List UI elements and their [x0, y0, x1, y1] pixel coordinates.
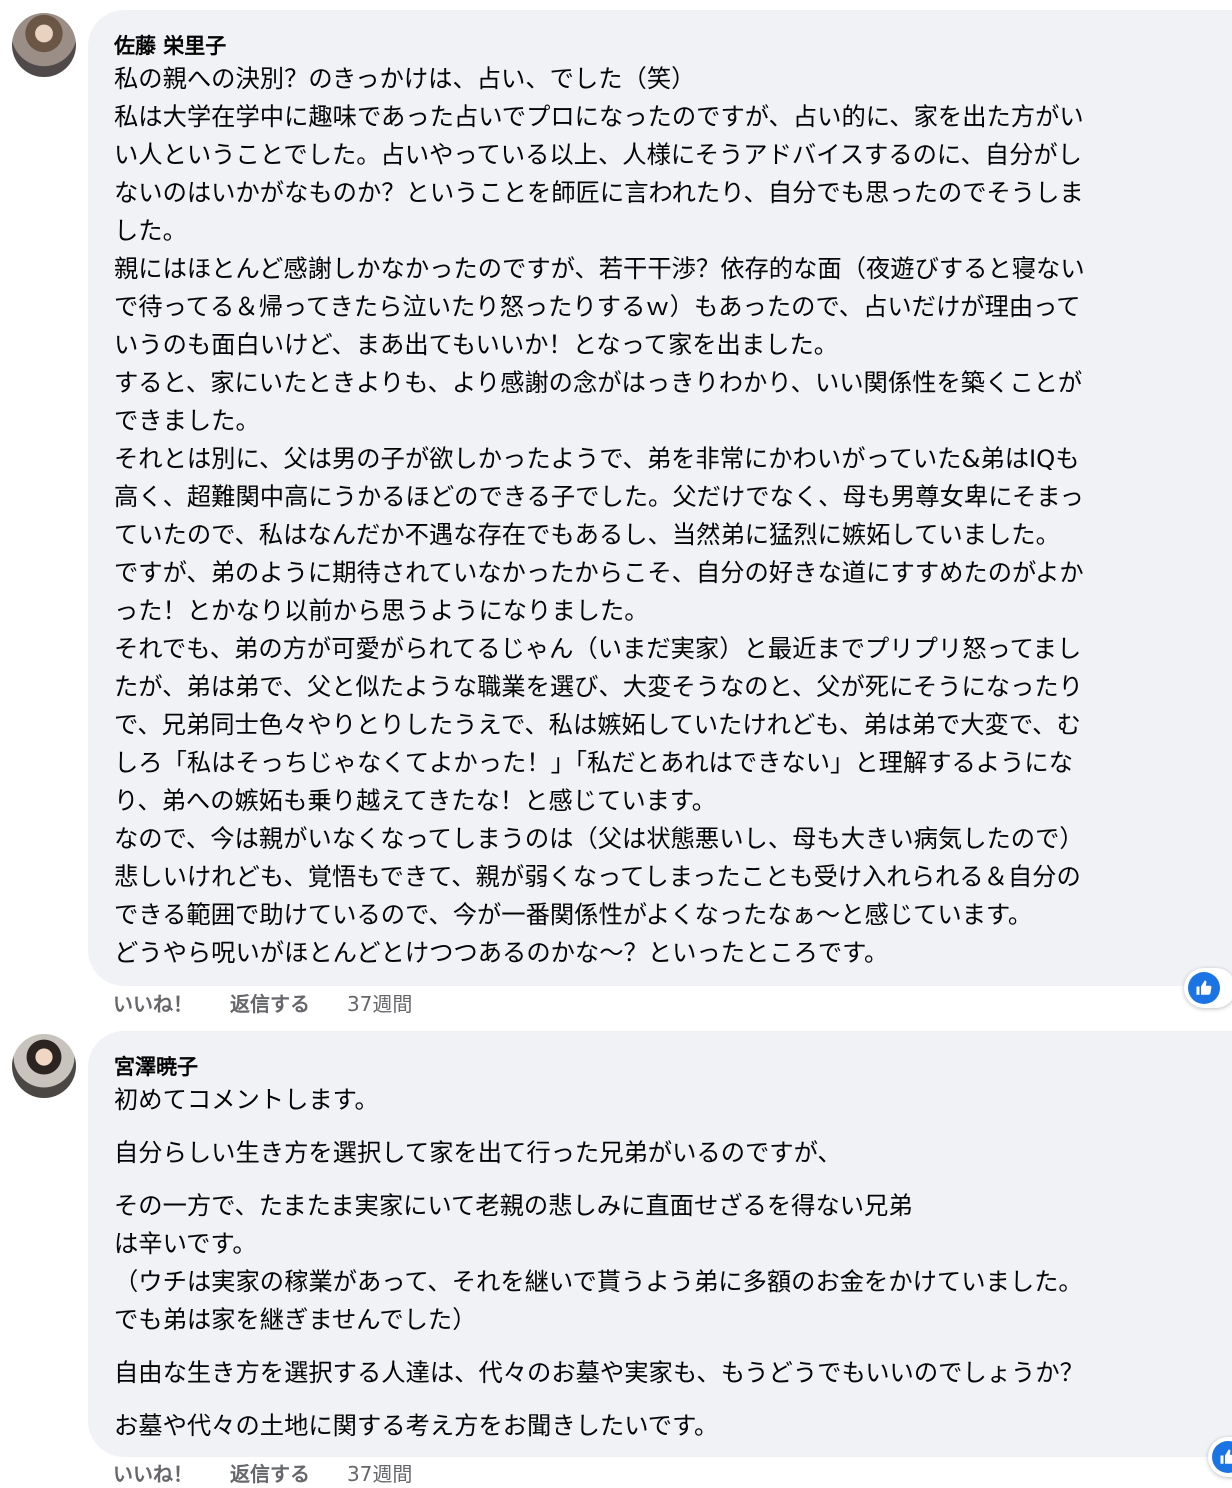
comment-line: でも弟は家を継ぎませんでした） — [114, 1305, 477, 1334]
comment-line: 自分らしい生き方を選択して家を出て行った兄弟がいるのですが、 — [114, 1138, 842, 1167]
comment-line: たが、弟は弟で、父と似たような職業を選び、大変そうなのと、父が死にそうになったり — [114, 672, 1083, 701]
avatar[interactable] — [12, 13, 76, 77]
comment-actions: いいね！ 返信する 37週間 — [113, 990, 412, 1018]
comment-line: 親にはほとんど感謝しかなかったのですが、若干干渉？依存的な面（夜遊びすると寝ない — [114, 254, 1085, 283]
comment-line: 悲しいけれども、覚悟もできて、親が弱くなってしまったことも受け入れられる＆自分の — [114, 862, 1081, 891]
comment-line: それでも、弟の方が可愛がられてるじゃん（いまだ実家）と最近までプリプリ怒ってまし — [114, 634, 1082, 663]
comment-line: った！とかなり以前から思うようになりました。 — [114, 596, 649, 625]
timestamp[interactable]: 37週間 — [347, 990, 412, 1018]
like-link[interactable]: いいね！ — [113, 1460, 193, 1488]
comment-line: すると、家にいたときよりも、より感謝の念がはっきりわかり、いい関係性を築くことが — [114, 368, 1083, 397]
comment-line: その一方で、たまたま実家にいて老親の悲しみに直面せざるを得ない兄弟 — [114, 1191, 913, 1220]
thumbs-up-icon — [1212, 1441, 1232, 1473]
comment-line: ないのはいかがなものか？ということを師匠に言われたり、自分でも思ったのでそうしま — [114, 178, 1084, 207]
like-link[interactable]: いいね！ — [113, 990, 193, 1018]
comment-line: い人ということでした。占いやっている以上、人様にそうアドバイスするのに、自分がし — [114, 140, 1082, 169]
avatar[interactable] — [12, 1034, 76, 1098]
reply-link[interactable]: 返信する — [230, 1460, 310, 1488]
comment-bubble: 佐藤 栄里子 私の親への決別？のきっかけは、占い、でした（笑） 私は大学在学中に趣… — [88, 10, 1232, 986]
comment-line: 私の親への決別？のきっかけは、占い、でした（笑） — [114, 64, 696, 93]
comment-line: いうのも面白いけど、まあ出てもいいか！となって家を出ました。 — [114, 330, 839, 359]
comment-line: （ウチは実家の稼業があって、それを継いで貰うよう弟に多額のお金をかけていました。 — [114, 1267, 1083, 1296]
comment-line: 高く、超難関中高にうかるほどのできる子でした。父だけでなく、母も男尊女卑にそまっ — [114, 482, 1084, 511]
thumbs-up-icon — [1188, 972, 1220, 1004]
comment-line: 初めてコメントします。 — [114, 1085, 379, 1114]
comment-line: どうやら呪いがほとんどとけつつあるのかな〜？といったところです。 — [114, 938, 889, 967]
comment-author[interactable]: 宮澤暁子 — [114, 1053, 1232, 1081]
comment-line: は辛いです。 — [114, 1229, 257, 1258]
timestamp[interactable]: 37週間 — [347, 1460, 412, 1488]
comment-line: り、弟への嫉妬も乗り越えてきたな！と感じています。 — [114, 786, 717, 815]
comment-line: 自由な生き方を選択する人達は、代々のお墓や実家も、もうどうでもいいのでしょうか？ — [114, 1358, 1084, 1387]
comment-line: ていたので、私はなんだか不遇な存在でもあるし、当然弟に猛烈に嫉妬していました。 — [114, 520, 1060, 549]
comment-line: できる範囲で助けているので、今が一番関係性がよくなったなぁ〜と感じています。 — [114, 900, 1033, 929]
reaction-count[interactable] — [1184, 968, 1232, 1008]
comment-line: しろ「私はそっちじゃなくてよかった！」「私だとあれはできない」と理解するようにな — [114, 748, 1073, 777]
comment-line: できました。 — [114, 406, 260, 435]
comment-line: で、兄弟同士色々やりとりしたうえで、私は嫉妬していたけれども、弟は弟で大変で、む — [114, 710, 1081, 739]
comment-text: 初めてコメントします。自分らしい生き方を選択して家を出て行った兄弟がいるのですが… — [114, 1081, 1232, 1445]
comment-line: 私は大学在学中に趣味であった占いでプロになったのですが、占い的に、家を出た方がい — [114, 102, 1084, 131]
comment-line: した。 — [114, 216, 187, 245]
comment-line: お墓や代々の土地に関する考え方をお聞きしたいです。 — [114, 1411, 719, 1440]
comment-bubble: 宮澤暁子 初めてコメントします。自分らしい生き方を選択して家を出て行った兄弟がい… — [88, 1031, 1232, 1457]
comment-line: ですが、弟のように期待されていなかったからこそ、自分の好きな道にすすめたのがよか — [114, 558, 1084, 587]
comment-line: それとは別に、父は男の子が欲しかったようで、弟を非常にかわいがっていた&弟はIQ… — [114, 444, 1080, 473]
comment-actions: いいね！ 返信する 37週間 — [113, 1460, 412, 1488]
comment-line: なので、今は親がいなくなってしまうのは（父は状態悪いし、母も大きい病気したので） — [114, 824, 1084, 853]
comment-text: 私の親への決別？のきっかけは、占い、でした（笑） 私は大学在学中に趣味であった占い… — [114, 60, 1232, 972]
comment-line: で待ってる＆帰ってきたら泣いたり怒ったりするｗ）もあったので、占いだけが理由って — [114, 292, 1081, 321]
comment-author[interactable]: 佐藤 栄里子 — [114, 32, 1232, 60]
reply-link[interactable]: 返信する — [230, 990, 310, 1018]
